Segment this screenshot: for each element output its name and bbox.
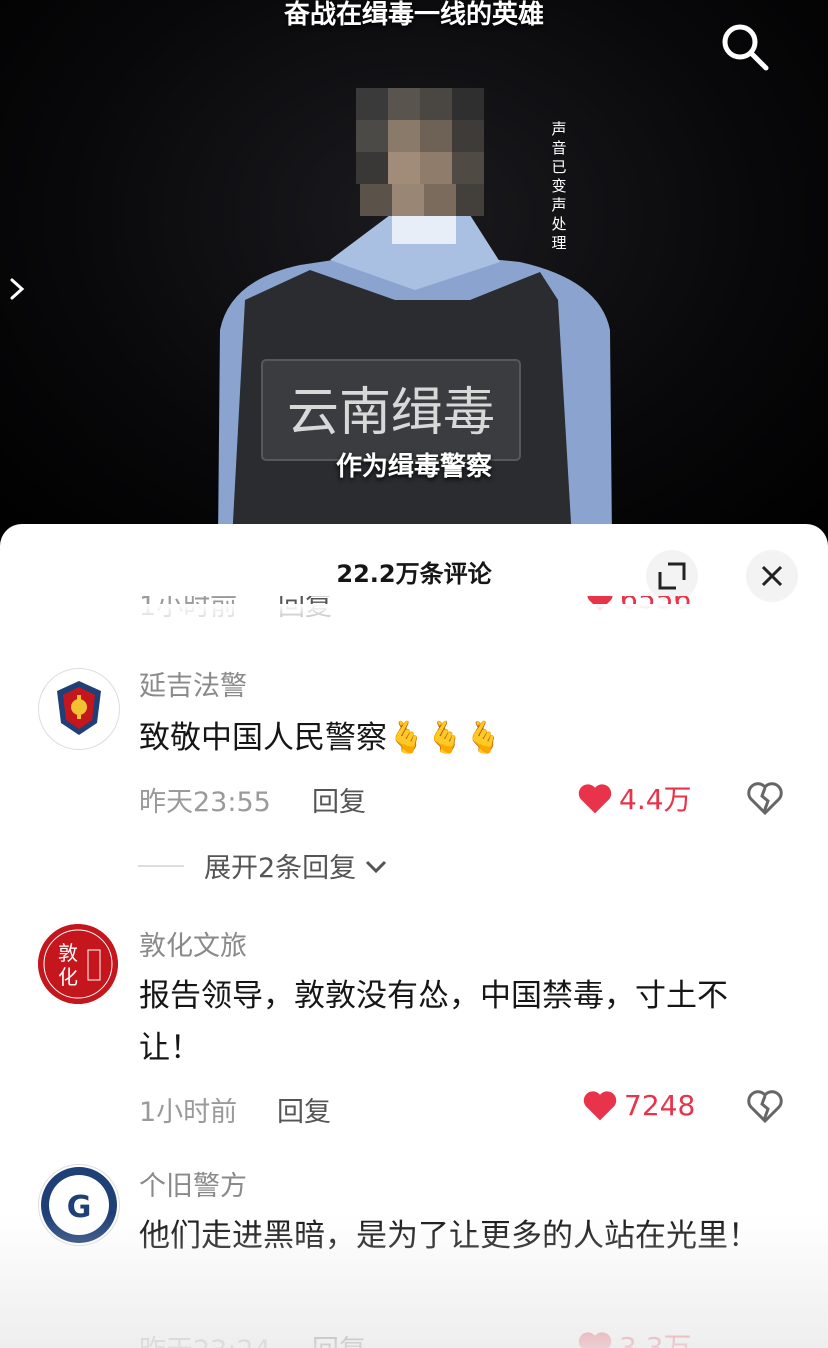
expand-replies-label: 展开2条回复 [204,853,357,884]
broken-heart-icon[interactable] [745,1086,785,1126]
comments-sheet: 22.2万条评论 1小时前 回复 6556 [0,524,828,1348]
expand-button[interactable] [646,550,698,602]
heart-icon [583,1091,617,1121]
court-police-badge-icon [41,671,117,747]
dunhua-logo-text: 敦 [58,941,78,965]
chevron-right-icon[interactable] [6,274,30,304]
like-button[interactable]: 3.3万 [577,1326,692,1348]
avatar[interactable]: G [38,1164,120,1246]
avatar[interactable] [38,668,120,750]
comment-text: 报告领导，敦敦没有怂，中国禁毒，寸土不让！ [139,978,728,1066]
svg-text:化: 化 [58,965,78,989]
expand-replies-button[interactable]: 展开2条回复 [138,846,390,885]
video-top-caption: 奋战在缉毒一线的英雄 [283,0,544,30]
like-button[interactable]: 7248 [582,1088,695,1122]
police-badge-icon: G [41,1167,117,1243]
svg-text:G: G [67,1190,92,1225]
reply-button[interactable]: 回复 [312,1328,366,1348]
comment-time: 昨天23:24 [139,1328,271,1348]
close-button[interactable] [746,550,798,602]
reply-button[interactable]: 回复 [277,1090,331,1129]
dunhua-logo-icon: 敦 化 [38,924,118,1004]
sheet-header-fade [0,604,828,644]
comment-time: 1小时前 [139,1097,238,1128]
like-count: 4.4万 [619,783,692,816]
video-subtitle: 作为缉毒警察 [335,452,492,482]
like-button[interactable]: 4.4万 [577,778,692,818]
video-player[interactable]: 奋战在缉毒一线的英雄 声音已变声处理 云南缉毒 作为缉毒警察 [0,0,828,540]
close-icon [761,565,783,587]
comment-text: 致敬中国人民警察🫰🫰🫰 [139,720,503,756]
vest-label-text: 云南缉毒 [287,383,495,443]
reply-button[interactable]: 回复 [312,780,366,819]
comments-count-title: 22.2万条评论 [336,560,492,588]
heart-icon [578,784,612,814]
avatar[interactable]: 敦 化 [38,924,118,1004]
search-icon[interactable] [716,18,772,74]
comment-username[interactable]: 延吉法警 [139,664,247,703]
comment-text: 他们走进黑暗，是为了让更多的人站在光里！ [139,1218,759,1254]
heart-icon [578,1332,612,1348]
like-count: 7248 [624,1088,696,1122]
chevron-down-icon [366,860,387,873]
like-count: 3.3万 [619,1331,692,1348]
vest-label: 云南缉毒 [287,383,495,443]
comment-time: 昨天23:55 [139,787,271,818]
comment-username[interactable]: 个旧警方 [139,1164,247,1203]
expand-icon [658,562,686,590]
broken-heart-icon[interactable] [745,778,785,818]
comment-username[interactable]: 敦化文旅 [139,924,247,963]
voice-altered-caption: 声音已变声处理 [551,120,567,252]
divider-line [138,864,184,867]
